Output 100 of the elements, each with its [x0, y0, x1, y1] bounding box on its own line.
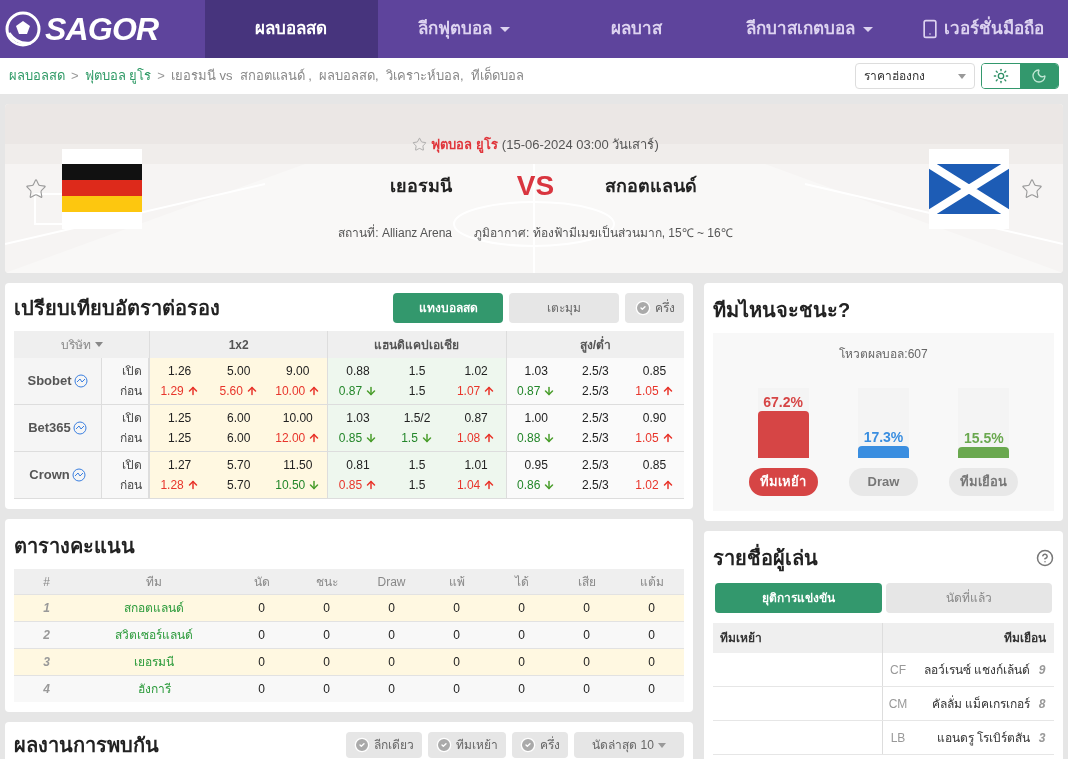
- company-cell: Sbobet: [14, 358, 101, 404]
- odds-value: 0.95: [523, 457, 549, 474]
- team-cell[interactable]: ฮังการี: [79, 676, 229, 702]
- column-header: เสีย: [554, 569, 619, 594]
- stat-cell: 0: [619, 649, 684, 675]
- vote-button[interactable]: Draw: [849, 468, 918, 496]
- stat-cell: 0: [489, 649, 554, 675]
- filter-toggle[interactable]: ครึ่ง: [512, 732, 568, 758]
- breadcrumb-link[interactable]: ผลบอลสด: [9, 66, 65, 86]
- up-arrow-icon: [661, 479, 674, 491]
- chart-icon[interactable]: [73, 374, 88, 388]
- stat-cell: 0: [619, 622, 684, 648]
- odds-value: 10.00: [268, 382, 328, 400]
- favorite-star-icon[interactable]: [412, 137, 428, 152]
- sun-icon: [993, 68, 1009, 84]
- stat-cell: 0: [554, 622, 619, 648]
- odds-value: 1.5: [407, 363, 427, 380]
- odds-value: 2.5/3: [580, 430, 610, 447]
- odds-value: 1.27: [166, 457, 193, 474]
- dark-mode-button[interactable]: [1020, 64, 1058, 88]
- stat-cell: 0: [424, 676, 489, 702]
- stat-cell: 0: [359, 622, 424, 648]
- favorite-star-icon[interactable]: [1021, 177, 1043, 200]
- column-header: แต้ม: [619, 569, 684, 594]
- stat-cell: 0: [229, 676, 294, 702]
- up-arrow-icon: [186, 385, 199, 397]
- breadcrumb-link[interactable]: ฟุตบอล ยูโร: [84, 66, 152, 86]
- rank-cell: 4: [14, 676, 79, 702]
- line-label: เปิด: [121, 410, 142, 427]
- odds-value: 0.85: [641, 457, 668, 474]
- league-name[interactable]: ฟุตบอล ยูโร: [431, 134, 498, 155]
- filter-toggle[interactable]: ลีกเดียว: [346, 732, 422, 758]
- help-icon[interactable]: [1036, 549, 1054, 567]
- odds-value: 0.87: [506, 382, 566, 400]
- odds-value: 1.25: [166, 430, 193, 447]
- column-header: แพ้: [424, 569, 489, 594]
- corner-button[interactable]: เตะมุม: [509, 293, 619, 323]
- players-tab[interactable]: ยุติการแข่งขัน: [715, 583, 882, 613]
- nav-tab[interactable]: ผลบอลสด: [205, 0, 378, 58]
- odds-value: 1.5: [407, 477, 427, 494]
- players-tab[interactable]: นัดที่แล้ว: [885, 583, 1052, 613]
- half-time-toggle[interactable]: ครึ่ง: [625, 293, 684, 323]
- odds-value: 0.85: [328, 429, 388, 447]
- section-title: ทีมไหนจะชนะ?: [713, 298, 852, 323]
- down-arrow-icon: [365, 432, 378, 444]
- home-team-name: เยอรมนี: [388, 174, 453, 198]
- odds-value: 10.50: [268, 476, 328, 494]
- column-header: #: [14, 569, 79, 594]
- player-name: ลอว์เรนซ์ แชงก์เล้นด์: [922, 661, 1030, 679]
- match-count-select[interactable]: นัดล่าสุด 10: [574, 732, 684, 758]
- nav-tab[interactable]: ผลบาส: [550, 0, 723, 58]
- vote-button[interactable]: ทีมเหย้า: [748, 468, 818, 496]
- vote-percent: 17.3%: [862, 427, 905, 446]
- chart-icon[interactable]: [71, 468, 86, 482]
- odds-format-select[interactable]: ราคาฮ่องกง: [855, 63, 975, 89]
- nav-tab[interactable]: ลีกฟุตบอล: [377, 0, 551, 58]
- odds-value: 1.05: [624, 429, 684, 447]
- odds-value: 1.01: [463, 457, 489, 474]
- player-position: LB: [889, 729, 907, 747]
- down-arrow-icon: [543, 479, 556, 491]
- down-arrow-icon: [543, 432, 556, 444]
- up-arrow-icon: [483, 385, 496, 397]
- flag-icon: [929, 148, 1009, 229]
- odds-value: 1.5: [407, 383, 427, 400]
- odds-value: 1.29: [150, 382, 210, 400]
- stat-cell: 0: [359, 595, 424, 621]
- stat-cell: 0: [424, 649, 489, 675]
- odds-value: 0.90: [641, 410, 668, 427]
- odds-value: 2.5/3: [580, 363, 610, 380]
- chart-icon[interactable]: [72, 421, 87, 435]
- favorite-star-icon[interactable]: [25, 177, 47, 200]
- rank-cell: 2: [14, 622, 79, 648]
- odds-value: 1.5: [407, 457, 427, 474]
- flag-icon: [62, 148, 142, 229]
- stat-cell: 0: [489, 676, 554, 702]
- team-cell[interactable]: สวิตเซอร์แลนด์: [79, 622, 229, 648]
- odds-value: 5.70: [226, 457, 252, 474]
- odds-value: 0.87: [328, 382, 388, 400]
- team-cell[interactable]: เยอรมนี: [79, 649, 229, 675]
- odds-value: 6.00: [226, 410, 252, 427]
- odds-value: 5.60: [209, 382, 269, 400]
- vote-total: โหวตผลบอล:607: [838, 346, 929, 363]
- odds-value: 1.02: [463, 363, 489, 380]
- odds-value: 2.5/3: [580, 457, 610, 474]
- filter-toggle[interactable]: ทีมเหย้า: [428, 732, 506, 758]
- vote-percent: 67.2%: [762, 392, 804, 411]
- nav-tab[interactable]: เวอร์ชั่นมือถือ: [895, 0, 1068, 58]
- odds-value: 1.07: [446, 382, 506, 400]
- stat-cell: 0: [359, 676, 424, 702]
- nav-tab[interactable]: ลีกบาสเกตบอล: [722, 0, 896, 58]
- up-arrow-icon: [186, 479, 199, 491]
- vote-button[interactable]: ทีมเยือน: [949, 468, 1019, 496]
- up-arrow-icon: [308, 432, 321, 444]
- team-cell[interactable]: สกอตแลนด์: [79, 595, 229, 621]
- stat-cell: 0: [294, 622, 359, 648]
- odds-value: 0.88: [345, 363, 371, 380]
- player-position: CF: [889, 661, 907, 679]
- section-title: ผลงานการพบกัน: [14, 733, 159, 758]
- column-header[interactable]: บริษัท: [14, 331, 149, 358]
- live-bet-button[interactable]: แทงบอลสด: [393, 293, 503, 323]
